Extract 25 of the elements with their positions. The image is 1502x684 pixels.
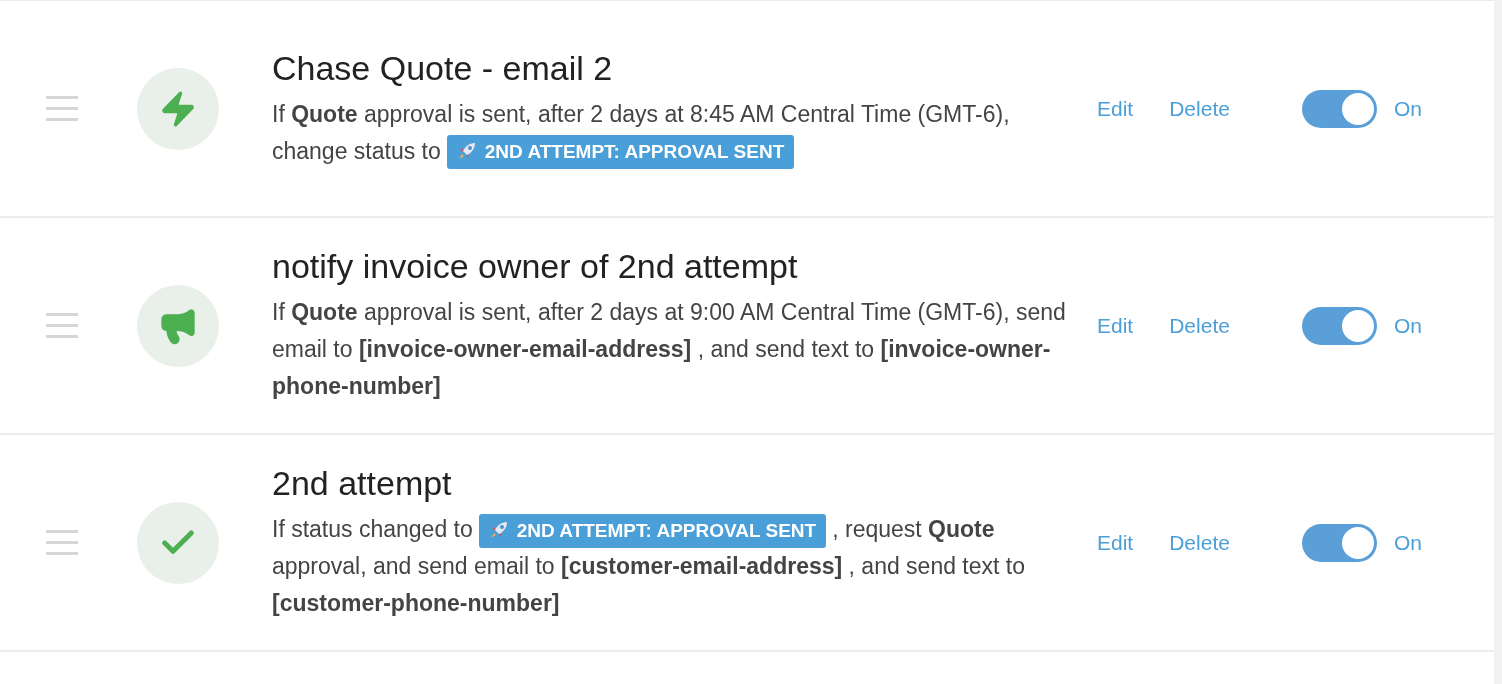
rule-title: notify invoice owner of 2nd attempt (272, 246, 799, 286)
rule-title: 2nd attempt (272, 463, 453, 503)
toggle-switch[interactable] (1301, 306, 1377, 345)
toggle-switch[interactable] (1301, 89, 1377, 128)
drag-handle-icon[interactable] (46, 96, 78, 121)
rule-description: If Quote approval is sent, after 2 days at 9:00 AM Central Time (GMT-6), send email to [invoice-owner-email-address] , and send text to [invoice-owner-phone-number] (272, 298, 1067, 401)
edit-link[interactable]: Edit (1097, 309, 1134, 342)
rule-title: Chase Quote - email 2 (272, 47, 614, 88)
toggle-label: On (1393, 312, 1422, 339)
status-badge: 2ND ATTEMPT: APPROVAL SENT (446, 135, 795, 170)
rocket-icon (456, 141, 477, 162)
delete-link[interactable]: Delete (1169, 309, 1230, 342)
drag-handle-icon[interactable] (46, 313, 78, 338)
rocket-icon (488, 519, 509, 540)
delete-link[interactable]: Delete (1169, 526, 1230, 559)
status-badge: 2ND ATTEMPT: APPROVAL SENT (478, 513, 827, 548)
delete-link[interactable]: Delete (1169, 92, 1230, 125)
drag-handle-icon[interactable] (46, 530, 78, 555)
edit-link[interactable]: Edit (1097, 526, 1134, 559)
rule-description: If Quote approval is sent, after 2 days at 8:45 AM Central Time (GMT-6), change status to 2ND ATTEMPT: APPROVAL SENT (272, 95, 1067, 170)
rule-description: If status changed to 2ND ATTEMPT: APPROVAL SENT , request Quote approval, and send email to [customer-email-address] , and send text to [customer-phone-number] (272, 511, 1067, 622)
edit-link[interactable]: Edit (1097, 92, 1134, 125)
toggle-label: On (1393, 95, 1422, 122)
toggle-label: On (1393, 529, 1422, 556)
toggle-switch[interactable] (1301, 523, 1377, 562)
